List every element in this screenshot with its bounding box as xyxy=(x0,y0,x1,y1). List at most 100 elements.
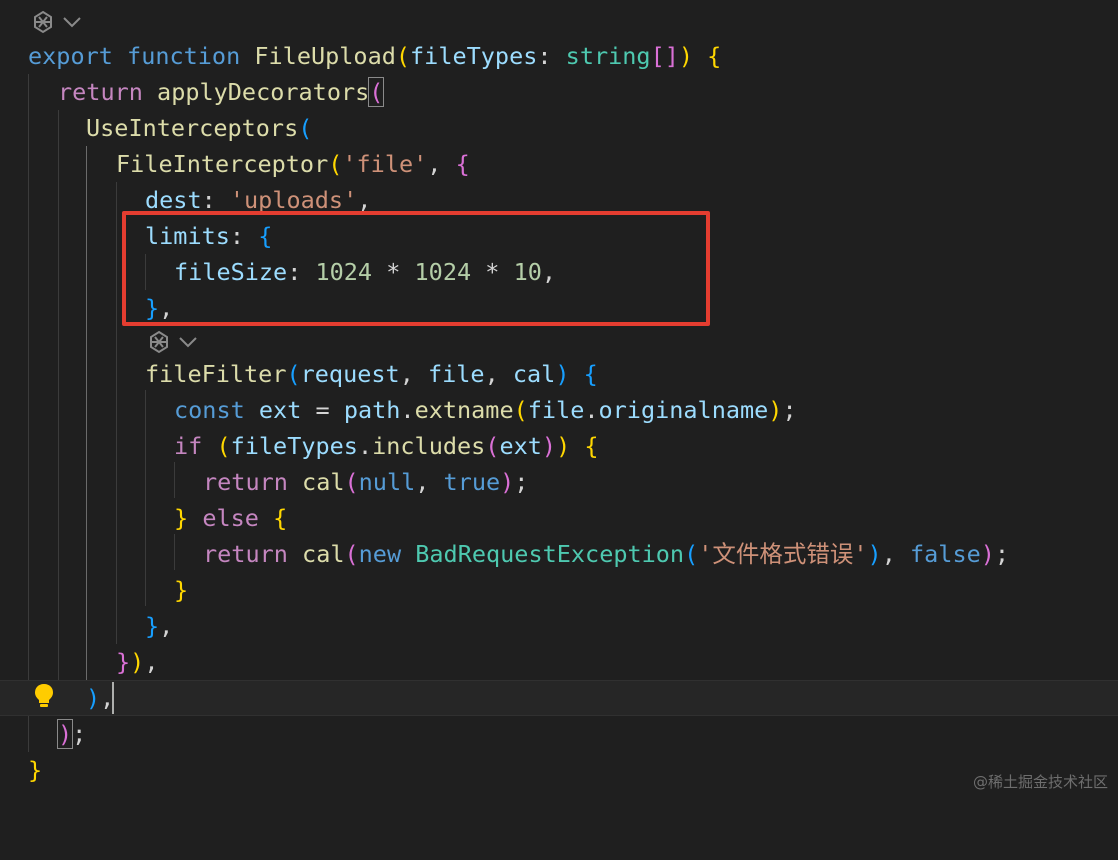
code-line[interactable]: if (fileTypes.includes(ext)) { xyxy=(0,428,1118,464)
token: [] xyxy=(650,42,679,70)
token: ) xyxy=(556,432,571,460)
token: BadRequestException xyxy=(415,540,685,568)
token: cal xyxy=(512,360,556,388)
token: ext xyxy=(258,396,302,424)
code-line[interactable]: const ext = path.extname(file.originalna… xyxy=(0,392,1118,428)
token: ; xyxy=(514,468,529,496)
token: ( xyxy=(684,540,699,568)
token: ) xyxy=(980,540,995,568)
token: FileInterceptor xyxy=(116,150,329,178)
lightbulb-icon[interactable] xyxy=(32,682,56,710)
code-line[interactable]: export function FileUpload(fileTypes: st… xyxy=(0,38,1118,74)
token: function xyxy=(127,42,241,70)
chevron-down-icon[interactable] xyxy=(178,335,198,349)
token: request xyxy=(300,360,400,388)
token: applyDecorators xyxy=(157,78,370,106)
token: else xyxy=(202,504,259,532)
token: export xyxy=(28,42,113,70)
token: ( xyxy=(216,432,231,460)
token: ( xyxy=(344,540,359,568)
token: = xyxy=(301,396,344,424)
token: const xyxy=(174,396,245,424)
openai-sparkle-icon xyxy=(30,9,56,35)
code-line[interactable]: ); xyxy=(0,716,1118,752)
token: { xyxy=(570,432,599,460)
token: } xyxy=(28,756,43,784)
matched-bracket: ) xyxy=(56,719,74,749)
token: if xyxy=(174,432,203,460)
token: ( xyxy=(344,468,359,496)
code-lens[interactable] xyxy=(30,8,82,36)
token: '文件格式错误' xyxy=(698,540,868,568)
token: extname xyxy=(414,396,514,424)
token: UseInterceptors xyxy=(86,114,299,142)
highlight-box xyxy=(122,211,710,326)
code-line[interactable]: } xyxy=(0,752,1118,788)
chevron-down-icon[interactable] xyxy=(62,15,82,29)
token: ) xyxy=(130,648,145,676)
token: false xyxy=(910,540,981,568)
token: fileTypes xyxy=(410,42,538,70)
token: FileUpload xyxy=(254,42,396,70)
token: ; xyxy=(994,540,1010,568)
token: , xyxy=(484,360,513,388)
token: : xyxy=(201,186,230,214)
code-editor[interactable]: export function FileUpload(fileTypes: st… xyxy=(0,0,1118,798)
token: 'uploads' xyxy=(229,186,358,214)
code-line[interactable]: } xyxy=(0,572,1118,608)
code-line[interactable]: FileInterceptor('file', { xyxy=(0,146,1118,182)
token: { xyxy=(569,360,598,388)
token: ) xyxy=(86,684,101,712)
code-line[interactable]: } else { xyxy=(0,500,1118,536)
token: ( xyxy=(298,114,313,142)
code-line[interactable]: return cal(null, true); xyxy=(0,464,1118,500)
openai-sparkle-icon xyxy=(146,329,172,355)
matched-bracket: ( xyxy=(368,77,385,107)
current-code-line[interactable]: ), xyxy=(0,680,1118,716)
token: : xyxy=(537,42,566,70)
token: , xyxy=(427,150,456,178)
token: file xyxy=(527,396,585,424)
token: return xyxy=(203,468,288,496)
token: ( xyxy=(485,432,500,460)
code-line[interactable]: fileFilter(request, file, cal) { xyxy=(0,356,1118,392)
token: 'file' xyxy=(342,150,428,178)
token: ) xyxy=(500,468,515,496)
token: , xyxy=(159,612,174,640)
token: ) xyxy=(678,42,694,70)
code-line[interactable]: UseInterceptors( xyxy=(0,110,1118,146)
token: fileTypes xyxy=(230,432,358,460)
code-line[interactable]: }), xyxy=(0,644,1118,680)
token: true xyxy=(443,468,501,496)
token: , xyxy=(357,186,372,214)
token: ( xyxy=(513,396,528,424)
token: ( xyxy=(328,150,343,178)
code-line[interactable]: return applyDecorators( xyxy=(0,74,1118,110)
token: cal xyxy=(302,468,345,496)
token: string xyxy=(565,42,651,70)
token: } xyxy=(145,612,160,640)
token: . xyxy=(357,432,373,460)
token: ( xyxy=(286,360,301,388)
token: . xyxy=(400,396,415,424)
token: dest xyxy=(145,186,202,214)
token: ; xyxy=(782,396,797,424)
code-line[interactable]: return cal(new BadRequestException('文件格式… xyxy=(0,536,1118,572)
token: return xyxy=(58,78,143,106)
token: { xyxy=(273,504,288,532)
token: , xyxy=(399,360,428,388)
code-lens[interactable] xyxy=(146,328,198,356)
token: , xyxy=(144,648,159,676)
token: . xyxy=(584,396,599,424)
token: file xyxy=(427,360,485,388)
token: ext xyxy=(499,432,542,460)
text-cursor xyxy=(112,682,114,714)
token: } xyxy=(174,504,189,532)
code-line[interactable]: }, xyxy=(0,608,1118,644)
